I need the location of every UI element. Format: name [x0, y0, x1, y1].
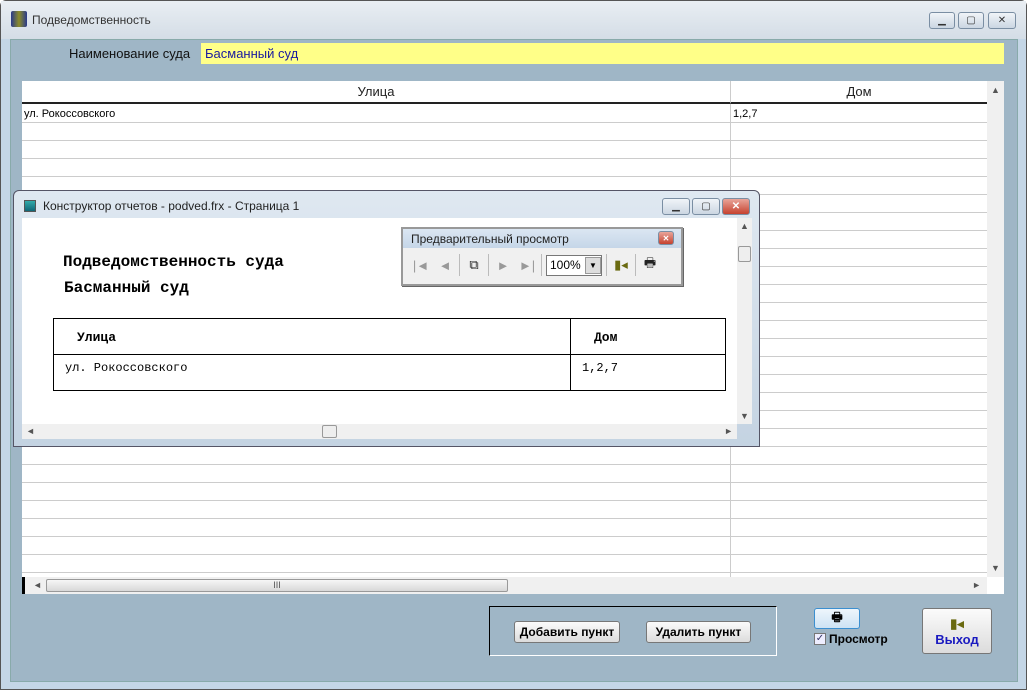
- maximize-button[interactable]: ▢: [958, 12, 984, 29]
- vertical-scrollbar[interactable]: ▲ ▼: [987, 81, 1004, 577]
- exit-button-label: Выход: [935, 631, 979, 647]
- report-minimize-button[interactable]: ▁: [662, 198, 690, 215]
- report-heading: Подведомственность суда: [63, 253, 284, 271]
- chevron-down-icon[interactable]: ▼: [585, 256, 601, 274]
- first-page-icon[interactable]: |◄: [411, 255, 431, 275]
- report-vertical-scrollbar[interactable]: ▲ ▼: [737, 218, 752, 424]
- preview-toolbar-title: Предварительный просмотр: [411, 232, 569, 246]
- report-cell-house: 1,2,7: [582, 361, 619, 375]
- court-name-label: Наименование суда: [69, 46, 191, 61]
- zoom-value: 100%: [550, 258, 581, 272]
- report-header-house: Дом: [594, 330, 618, 345]
- delete-item-button[interactable]: Удалить пункт: [646, 621, 751, 643]
- preview-toolbar-close-button[interactable]: ✕: [658, 231, 674, 245]
- main-window: Подведомственность ▁ ▢ ✕ Наименование су…: [0, 0, 1027, 690]
- printer-icon[interactable]: 🖶: [640, 255, 660, 275]
- report-subheading: Басманный суд: [64, 279, 189, 297]
- next-page-icon[interactable]: ►: [493, 255, 513, 275]
- report-vscroll-thumb[interactable]: [738, 246, 751, 262]
- exit-door-icon[interactable]: ▮◂: [611, 255, 631, 275]
- empty-table-row[interactable]: [22, 465, 987, 483]
- empty-table-row[interactable]: [22, 519, 987, 537]
- title-bar: Подведомственность ▁ ▢ ✕: [1, 1, 1026, 39]
- copy-pages-icon[interactable]: ⧉: [464, 255, 484, 275]
- cell-street[interactable]: ул. Рокоссовского: [24, 108, 115, 120]
- column-header-street[interactable]: Улица: [22, 81, 730, 104]
- report-hscroll-thumb[interactable]: [322, 425, 337, 438]
- exit-button[interactable]: ▮◂ Выход: [922, 608, 992, 654]
- report-icon: [24, 200, 36, 212]
- empty-table-row[interactable]: [22, 555, 987, 573]
- empty-table-row[interactable]: [22, 141, 987, 159]
- report-maximize-button[interactable]: ▢: [692, 198, 720, 215]
- app-books-icon: [11, 11, 27, 27]
- empty-table-row[interactable]: [22, 447, 987, 465]
- empty-table-row[interactable]: [22, 501, 987, 519]
- print-button[interactable]: 🖶: [814, 608, 860, 629]
- zoom-select[interactable]: 100% ▼: [546, 254, 602, 276]
- report-header-street: Улица: [77, 330, 117, 345]
- empty-table-row[interactable]: [22, 159, 987, 177]
- report-horizontal-scrollbar[interactable]: ◄ ►: [22, 424, 737, 439]
- preview-checkbox-label[interactable]: Просмотр: [829, 632, 888, 646]
- add-item-button[interactable]: Добавить пункт: [514, 621, 620, 643]
- preview-checkbox[interactable]: ✓: [814, 633, 826, 645]
- horizontal-scrollbar[interactable]: ◄ III ►: [22, 577, 987, 594]
- exit-door-icon: ▮◂: [950, 615, 964, 631]
- scroll-thumb[interactable]: III: [46, 579, 508, 592]
- empty-table-row[interactable]: [22, 123, 987, 141]
- close-button[interactable]: ✕: [988, 12, 1016, 29]
- table-row[interactable]: ул. Рокоссовского 1,2,7: [22, 105, 987, 123]
- court-name-field[interactable]: Басманный суд: [201, 43, 1004, 64]
- minimize-button[interactable]: ▁: [929, 12, 955, 29]
- preview-toolbar: Предварительный просмотр ✕ |◄ ◄ ⧉ ► ►| 1…: [401, 227, 683, 286]
- empty-table-row[interactable]: [22, 483, 987, 501]
- column-header-house[interactable]: Дом: [730, 81, 987, 104]
- cell-house[interactable]: 1,2,7: [733, 105, 757, 123]
- report-table: Улица Дом ул. Рокоссовского 1,2,7: [53, 318, 726, 391]
- printer-icon: 🖶: [831, 610, 843, 624]
- report-cell-street: ул. Рокоссовского: [65, 361, 188, 375]
- report-close-button[interactable]: ✕: [722, 198, 750, 215]
- prev-page-icon[interactable]: ◄: [435, 255, 455, 275]
- report-window-title: Конструктор отчетов - podved.frx - Стран…: [43, 199, 300, 213]
- window-title: Подведомственность: [32, 13, 151, 27]
- empty-table-row[interactable]: [22, 537, 987, 555]
- last-page-icon[interactable]: ►|: [517, 255, 537, 275]
